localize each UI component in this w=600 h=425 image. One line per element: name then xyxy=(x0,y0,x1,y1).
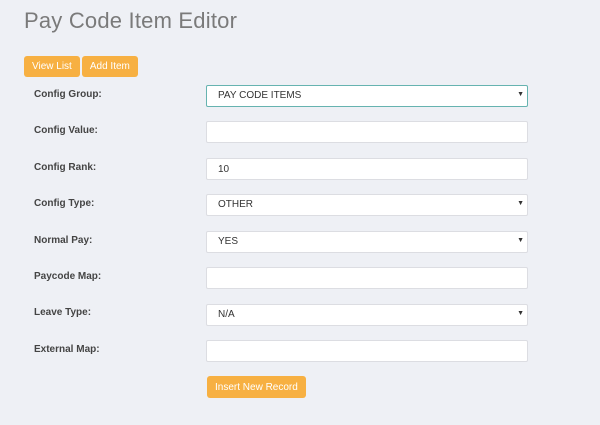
config-type-label: Config Type: xyxy=(34,198,95,209)
config-group-select[interactable]: PAY CODE ITEMS ▼ xyxy=(206,85,528,107)
paycode-map-input[interactable] xyxy=(206,267,528,289)
external-map-label: External Map: xyxy=(34,344,100,355)
config-value-label: Config Value: xyxy=(34,125,98,136)
config-rank-input[interactable] xyxy=(206,158,528,180)
insert-new-record-button[interactable]: Insert New Record xyxy=(207,376,306,398)
config-group-value: PAY CODE ITEMS xyxy=(206,85,528,107)
config-value-input[interactable] xyxy=(206,121,528,143)
config-rank-label: Config Rank: xyxy=(34,162,97,173)
leave-type-label: Leave Type: xyxy=(34,307,92,318)
config-group-label: Config Group: xyxy=(34,89,102,100)
external-map-input[interactable] xyxy=(206,340,528,362)
paycode-map-label: Paycode Map: xyxy=(34,271,102,282)
leave-type-select[interactable]: N/A ▼ xyxy=(206,304,528,326)
config-type-value: OTHER xyxy=(206,194,528,216)
normal-pay-select[interactable]: YES ▼ xyxy=(206,231,528,253)
leave-type-value: N/A xyxy=(206,304,528,326)
config-type-select[interactable]: OTHER ▼ xyxy=(206,194,528,216)
normal-pay-label: Normal Pay: xyxy=(34,235,93,246)
pay-code-item-form: Config Group: PAY CODE ITEMS ▼ Config Va… xyxy=(0,0,600,425)
normal-pay-value: YES xyxy=(206,231,528,253)
